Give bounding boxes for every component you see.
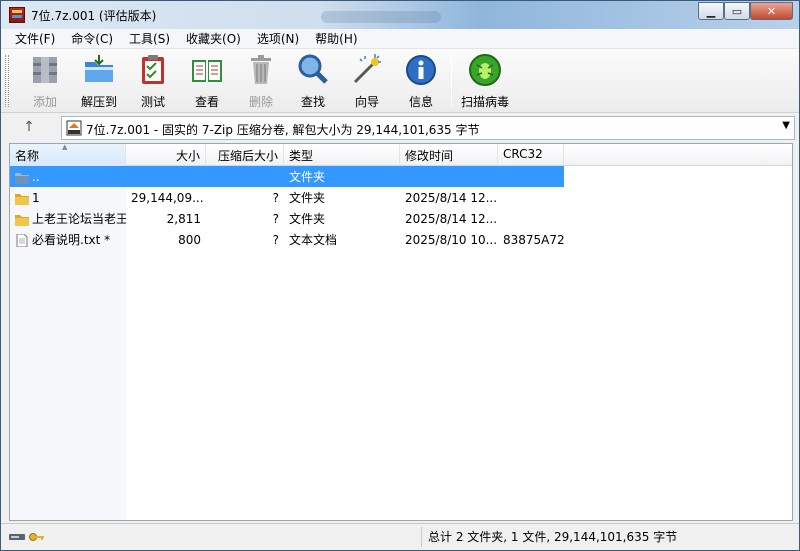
archive-volume-icon <box>66 120 82 136</box>
winrar-app-icon[interactable] <box>9 7 25 23</box>
list-item-folder-2[interactable]: 上老王论坛当老王 2,811 ? 文件夹 2025/8/14 12... <box>10 208 564 229</box>
add-label: 添加 <box>32 95 57 109</box>
row-name-cell: 1 <box>10 191 126 205</box>
info-button[interactable]: 信息 <box>393 53 449 111</box>
toolbar-grip[interactable] <box>5 55 9 107</box>
window-controls: ▁ ▭ ✕ <box>698 2 793 20</box>
row-size-cell: 800 <box>178 232 201 247</box>
add-archive-icon <box>33 57 57 83</box>
wizard-label: 向导 <box>354 95 379 109</box>
folder-icon <box>15 193 29 205</box>
status-bar: 总计 2 文件夹, 1 文件, 29,144,101,635 字节 <box>1 523 799 550</box>
view-button[interactable]: 查看 <box>179 53 235 111</box>
address-bar[interactable]: 7位.7z.001 - 固实的 7-Zip 压缩分卷, 解包大小为 29,144… <box>61 116 795 140</box>
key-icon[interactable] <box>29 532 45 542</box>
list-item-parent[interactable]: .. 文件夹 <box>10 166 564 187</box>
row-modified-cell: 2025/8/14 12... <box>405 211 498 226</box>
column-header-type[interactable]: 类型 <box>284 144 400 166</box>
menu-commands[interactable]: 命令(C) <box>63 30 121 47</box>
up-folder-button[interactable]: ↑ <box>15 119 43 137</box>
row-type-cell: 文件夹 <box>289 170 326 184</box>
delete-label: 删除 <box>248 95 273 109</box>
wizard-button[interactable]: 向导 <box>339 53 395 111</box>
info-icon <box>406 55 436 85</box>
toolbar: 添加 解压到 测试 查看 删除 查找 向导 信息 扫描病毒 <box>1 49 799 113</box>
row-packed-cell: ? <box>272 232 279 247</box>
maximize-icon: ▭ <box>731 4 743 18</box>
menu-help[interactable]: 帮助(H) <box>307 30 365 47</box>
row-modified-cell: 2025/8/14 12... <box>405 190 498 205</box>
close-button[interactable]: ✕ <box>750 2 793 20</box>
toolbar-separator <box>451 55 452 107</box>
minimize-button[interactable]: ▁ <box>698 2 724 20</box>
menu-tools[interactable]: 工具(S) <box>121 30 178 47</box>
row-crc-cell: 83875A72 <box>503 232 564 247</box>
address-dropdown-icon[interactable]: ▼ <box>782 120 790 131</box>
menu-file[interactable]: 文件(F) <box>7 30 63 47</box>
view-book-icon <box>192 60 222 82</box>
maximize-button[interactable]: ▭ <box>724 2 750 20</box>
info-label: 信息 <box>408 95 433 109</box>
column-name-label: 名称 <box>15 149 40 163</box>
test-button[interactable]: 测试 <box>125 53 181 111</box>
menu-favorites[interactable]: 收藏夹(O) <box>178 30 249 47</box>
row-type-cell: 文本文档 <box>289 233 338 247</box>
row-packed-cell: ? <box>272 211 279 226</box>
row-type-cell: 文件夹 <box>289 191 326 205</box>
extract-folder-icon <box>85 55 113 82</box>
menu-bar: 文件(F) 命令(C) 工具(S) 收藏夹(O) 选项(N) 帮助(H) <box>1 29 799 49</box>
wizard-wand-icon <box>353 54 381 84</box>
file-list[interactable]: 名称 ▲ 大小 压缩后大小 类型 修改时间 CRC32 .. 文件夹 1 29,… <box>9 143 793 521</box>
magnifier-icon <box>298 54 328 84</box>
row-type-cell: 文件夹 <box>289 212 326 226</box>
row-packed-cell: ? <box>272 190 279 205</box>
titlebar-decoration <box>321 11 441 23</box>
address-path: 7位.7z.001 - 固实的 7-Zip 压缩分卷, 解包大小为 29,144… <box>86 123 480 137</box>
trash-icon <box>251 55 271 84</box>
list-item-text-file[interactable]: 必看说明.txt * 800 ? 文本文档 2025/8/10 10... 83… <box>10 229 564 250</box>
status-left-pane <box>9 527 421 547</box>
main-window: 7位.7z.001 (评估版本) ▁ ▭ ✕ 文件(F) 命令(C) 工具(S)… <box>0 0 800 551</box>
parent-folder-icon <box>15 172 29 184</box>
extract-to-button[interactable]: 解压到 <box>71 53 127 111</box>
row-name-cell: 必看说明.txt * <box>10 231 126 248</box>
virus-scan-bug-icon <box>469 54 501 86</box>
find-button[interactable]: 查找 <box>285 53 341 111</box>
sort-ascending-icon: ▲ <box>62 143 68 151</box>
column-header-modified[interactable]: 修改时间 <box>400 144 498 166</box>
scan-virus-label: 扫描病毒 <box>460 95 509 109</box>
extract-to-label: 解压到 <box>80 95 117 109</box>
column-header-crc32[interactable]: CRC32 <box>498 144 564 166</box>
column-header-size[interactable]: 大小 <box>126 144 206 166</box>
minimize-icon: ▁ <box>706 4 716 18</box>
scan-virus-button[interactable]: 扫描病毒 <box>455 53 515 111</box>
close-icon: ✕ <box>766 4 777 18</box>
delete-button[interactable]: 删除 <box>233 53 289 111</box>
file-rows: .. 文件夹 1 29,144,09... ? 文件夹 2025/8/14 12… <box>10 166 564 250</box>
column-header-name[interactable]: 名称 ▲ <box>10 144 126 166</box>
folder-icon <box>15 215 29 226</box>
add-button[interactable]: 添加 <box>17 53 73 111</box>
row-name-cell: 上老王论坛当老王 <box>10 210 126 227</box>
text-document-icon <box>16 234 28 247</box>
row-size-cell: 29,144,09... <box>131 190 204 205</box>
test-label: 测试 <box>140 95 165 109</box>
row-modified-cell: 2025/8/10 10... <box>405 232 498 247</box>
title-bar[interactable]: 7位.7z.001 (评估版本) ▁ ▭ ✕ <box>1 1 799 29</box>
address-row: ↑ 7位.7z.001 - 固实的 7-Zip 压缩分卷, 解包大小为 29,1… <box>1 114 799 142</box>
status-summary: 总计 2 文件夹, 1 文件, 29,144,101,635 字节 <box>421 527 795 547</box>
column-header-packed-size[interactable]: 压缩后大小 <box>206 144 284 166</box>
window-title: 7位.7z.001 (评估版本) <box>31 9 157 23</box>
menu-options[interactable]: 选项(N) <box>249 30 307 47</box>
test-clipboard-icon <box>142 55 164 84</box>
view-label: 查看 <box>194 95 219 109</box>
list-header: 名称 ▲ 大小 压缩后大小 类型 修改时间 CRC32 <box>10 144 792 166</box>
find-label: 查找 <box>300 95 325 109</box>
row-name-cell: .. <box>10 170 126 184</box>
list-item-folder-1[interactable]: 1 29,144,09... ? 文件夹 2025/8/14 12... <box>10 187 564 208</box>
row-size-cell: 2,811 <box>166 211 201 226</box>
drive-icon[interactable] <box>9 532 25 542</box>
